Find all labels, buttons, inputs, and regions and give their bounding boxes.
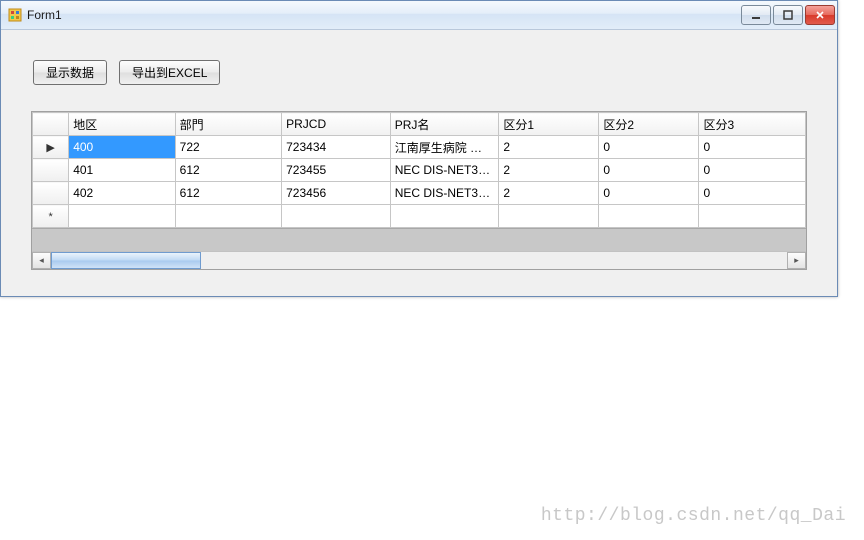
grid-cell[interactable] <box>175 205 281 228</box>
grid-cell[interactable]: 723434 <box>282 136 391 159</box>
grid-cell[interactable] <box>390 205 499 228</box>
window-title: Form1 <box>27 8 739 22</box>
column-header[interactable]: PRJ名 <box>390 113 499 136</box>
titlebar[interactable]: Form1 <box>1 1 837 30</box>
window-controls <box>739 5 835 25</box>
grid-cell[interactable]: 723456 <box>282 182 391 205</box>
column-header[interactable]: 部門 <box>175 113 281 136</box>
horizontal-scrollbar[interactable]: ◂ ▸ <box>32 251 806 269</box>
data-grid[interactable]: 地区 部門 PRJCD PRJ名 区分1 区分2 区分3 ▶ 4007227234… <box>31 111 807 270</box>
grid-cell[interactable]: 400 <box>69 136 175 159</box>
grid-cell[interactable]: 0 <box>599 159 699 182</box>
grid-cell[interactable]: 722 <box>175 136 281 159</box>
scroll-thumb[interactable] <box>51 252 201 269</box>
grid-cell[interactable]: NEC DIS-NET3… <box>390 159 499 182</box>
table-row[interactable]: * <box>33 205 806 228</box>
minimize-icon <box>751 10 761 20</box>
grid-cell[interactable]: 2 <box>499 182 599 205</box>
table-row[interactable]: 401612723455NEC DIS-NET3…200 <box>33 159 806 182</box>
row-header[interactable] <box>33 182 69 205</box>
export-excel-button[interactable]: 导出到EXCEL <box>119 60 220 85</box>
column-header[interactable]: 区分1 <box>499 113 599 136</box>
row-indicator-icon: ▶ <box>46 142 54 154</box>
app-icon <box>7 7 23 23</box>
grid-cell[interactable] <box>699 205 806 228</box>
button-bar: 显示数据 导出到EXCEL <box>33 60 817 85</box>
column-header[interactable]: 区分2 <box>599 113 699 136</box>
maximize-icon <box>783 10 793 20</box>
grid-cell[interactable]: 0 <box>599 182 699 205</box>
chevron-right-icon: ▸ <box>794 255 799 266</box>
grid-cell[interactable]: 0 <box>699 182 806 205</box>
grid-cell[interactable]: 2 <box>499 136 599 159</box>
grid-cell[interactable]: 2 <box>499 159 599 182</box>
client-area: 显示数据 导出到EXCEL 地区 部門 PRJCD PRJ名 区分1 区分2 <box>1 30 837 290</box>
grid-header-row: 地区 部門 PRJCD PRJ名 区分1 区分2 区分3 <box>33 113 806 136</box>
row-header[interactable]: * <box>33 205 69 228</box>
grid-cell[interactable]: NEC DIS-NET3… <box>390 182 499 205</box>
row-header[interactable] <box>33 159 69 182</box>
grid-cell[interactable]: 0 <box>699 136 806 159</box>
chevron-left-icon: ◂ <box>39 255 44 266</box>
form-window: Form1 显示数据 导出到EXCEL <box>0 0 838 297</box>
grid-cell[interactable]: 0 <box>599 136 699 159</box>
grid-corner[interactable] <box>33 113 69 136</box>
table-row[interactable]: ▶400722723434江南厚生病院 …200 <box>33 136 806 159</box>
grid-cell[interactable] <box>499 205 599 228</box>
row-header[interactable]: ▶ <box>33 136 69 159</box>
grid-cell[interactable]: 723455 <box>282 159 391 182</box>
maximize-button[interactable] <box>773 5 803 25</box>
scroll-left-button[interactable]: ◂ <box>32 252 51 269</box>
grid-cell[interactable] <box>69 205 175 228</box>
grid-cell[interactable]: 402 <box>69 182 175 205</box>
grid-cell[interactable]: 0 <box>699 159 806 182</box>
grid-empty-strip <box>32 228 806 251</box>
grid-cell[interactable] <box>599 205 699 228</box>
watermark-text: http://blog.csdn.net/qq_Dai <box>541 506 846 526</box>
grid-cell[interactable]: 401 <box>69 159 175 182</box>
show-data-button[interactable]: 显示数据 <box>33 60 107 85</box>
close-button[interactable] <box>805 5 835 25</box>
grid-cell[interactable]: 江南厚生病院 … <box>390 136 499 159</box>
scroll-right-button[interactable]: ▸ <box>787 252 806 269</box>
grid-table: 地区 部門 PRJCD PRJ名 区分1 区分2 区分3 ▶ 4007227234… <box>32 112 806 228</box>
scroll-track[interactable] <box>51 252 787 269</box>
grid-cell[interactable]: 612 <box>175 159 281 182</box>
grid-cell[interactable]: 612 <box>175 182 281 205</box>
close-icon <box>815 10 825 20</box>
minimize-button[interactable] <box>741 5 771 25</box>
column-header[interactable]: 地区 <box>69 113 175 136</box>
column-header[interactable]: PRJCD <box>282 113 391 136</box>
grid-cell[interactable] <box>282 205 391 228</box>
row-indicator-icon: * <box>48 211 52 223</box>
table-row[interactable]: 402612723456NEC DIS-NET3…200 <box>33 182 806 205</box>
column-header[interactable]: 区分3 <box>699 113 806 136</box>
